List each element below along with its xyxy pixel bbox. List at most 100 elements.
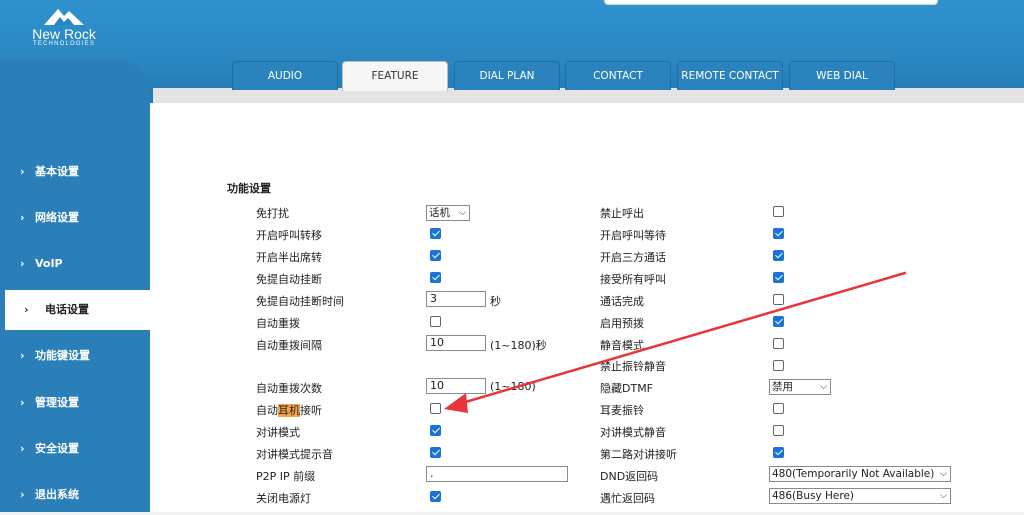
p2p-prefix-label: P2P IP 前缀: [256, 470, 316, 483]
sidebar-item-label: 退出系统: [35, 488, 79, 501]
redial-times-label: 自动重拨次数: [256, 382, 322, 395]
predial-checkbox[interactable]: [773, 316, 784, 327]
ring-mute-checkbox[interactable]: [773, 360, 784, 371]
handsfree-auto-hangup-checkbox[interactable]: [430, 272, 441, 283]
tab-contact[interactable]: CONTACT: [565, 61, 671, 90]
tab-web-dial[interactable]: WEB DIAL: [789, 61, 895, 90]
tab-dial-plan[interactable]: DIAL PLAN: [454, 61, 560, 90]
headset-answer-checkbox[interactable]: [430, 403, 441, 414]
chevron-down-icon: ⌵: [940, 469, 947, 479]
handsfree-hangup-time-input[interactable]: 3: [426, 291, 486, 307]
tab-audio[interactable]: AUDIO: [232, 61, 338, 90]
redial-times-input[interactable]: 10: [426, 378, 486, 394]
headset-answer-label: 自动耳机接听: [256, 402, 322, 418]
power-led-checkbox[interactable]: [430, 491, 441, 502]
call-forward-checkbox[interactable]: [430, 228, 441, 239]
call-waiting-label: 开启呼叫等待: [600, 229, 666, 242]
busy-code-label: 遇忙返回码: [600, 492, 655, 505]
dnd-code-select[interactable]: 480(Temporarily Not Available) ⌵: [769, 466, 951, 482]
auto-redial-checkbox[interactable]: [430, 316, 441, 327]
second-intercom-label: 第二路对讲接听: [600, 448, 677, 461]
chevron-right-icon: ›: [20, 257, 25, 270]
sidebar-item-basic[interactable]: › 基本设置: [0, 152, 150, 192]
headset-ring-checkbox[interactable]: [773, 403, 784, 414]
busy-code-select[interactable]: 486(Busy Here) ⌵: [769, 488, 951, 504]
chevron-right-icon: ›: [20, 349, 25, 362]
power-led-label: 关闭电源灯: [256, 492, 311, 505]
sidebar-item-function-keys[interactable]: › 功能键设置: [0, 336, 150, 376]
three-way-checkbox[interactable]: [773, 250, 784, 261]
sidebar-item-label: 电话设置: [45, 303, 89, 316]
sidebar-item-logout[interactable]: › 退出系统: [0, 475, 150, 515]
accept-all-checkbox[interactable]: [773, 272, 784, 283]
chevron-down-icon: ⌵: [459, 208, 466, 218]
headset-answer-label-post: 接听: [300, 404, 322, 417]
seconds-unit: 秒: [490, 295, 501, 308]
dnd-select[interactable]: 话机 ⌵: [426, 205, 470, 221]
sidebar-item-voip[interactable]: › VoIP: [0, 244, 150, 284]
sidebar-item-label: VoIP: [35, 257, 63, 270]
hide-dtmf-label: 隐藏DTMF: [600, 382, 654, 395]
sidebar-item-label: 基本设置: [35, 165, 79, 178]
predial-label: 启用预拨: [600, 317, 644, 330]
chevron-right-icon: ›: [20, 165, 25, 178]
three-way-label: 开启三方通话: [600, 251, 666, 264]
intercom-label: 对讲模式: [256, 426, 300, 439]
call-complete-checkbox[interactable]: [773, 294, 784, 305]
ring-mute-label: 禁止振铃静音: [600, 360, 666, 373]
headset-ring-label: 耳麦振铃: [600, 404, 644, 417]
chevron-down-icon: ⌵: [820, 382, 827, 392]
second-intercom-checkbox[interactable]: [773, 447, 784, 458]
sidebar-item-label: 安全设置: [35, 442, 79, 455]
sidebar-item-phone[interactable]: › 电话设置: [5, 290, 150, 330]
dnd-code-label: DND返回码: [600, 470, 659, 483]
silent-mode-label: 静音模式: [600, 339, 644, 352]
silent-mode-checkbox[interactable]: [773, 338, 784, 349]
section-title: 功能设置: [227, 182, 271, 195]
semi-attended-checkbox[interactable]: [430, 250, 441, 261]
accept-all-label: 接受所有呼叫: [600, 273, 666, 286]
tab-remote-contact[interactable]: REMOTE CONTACT: [677, 61, 783, 90]
hide-dtmf-value: 禁用: [772, 381, 793, 393]
sidebar-item-security[interactable]: › 安全设置: [0, 429, 150, 469]
dnd-code-value: 480(Temporarily Not Available): [772, 468, 935, 480]
top-input[interactable]: [604, 0, 938, 5]
chevron-right-icon: ›: [24, 303, 29, 316]
chevron-right-icon: ›: [20, 396, 25, 409]
sidebar-item-network[interactable]: › 网络设置: [0, 198, 150, 238]
brand-sub: TECHNOLOGIES: [32, 41, 96, 47]
handsfree-auto-hangup-label: 免提自动挂断: [256, 273, 322, 286]
hide-dtmf-select[interactable]: 禁用 ⌵: [769, 379, 831, 395]
sidebar-item-management[interactable]: › 管理设置: [0, 383, 150, 423]
redial-times-unit: (1~180): [490, 380, 536, 393]
intercom-tone-label: 对讲模式提示音: [256, 448, 333, 461]
tab-feature[interactable]: FEATURE: [342, 61, 448, 91]
semi-attended-label: 开启半出席转: [256, 251, 322, 264]
mountain-logo-icon: [44, 9, 84, 25]
call-barring-label: 禁止呼出: [600, 207, 644, 220]
intercom-checkbox[interactable]: [430, 425, 441, 436]
sidebar-item-label: 功能键设置: [35, 349, 90, 362]
chevron-right-icon: ›: [20, 211, 25, 224]
redial-interval-input[interactable]: 10: [426, 335, 486, 351]
intercom-mute-checkbox[interactable]: [773, 425, 784, 436]
call-barring-checkbox[interactable]: [773, 206, 784, 217]
dnd-label: 免打扰: [256, 207, 289, 220]
new-rock-logo: New Rock TECHNOLOGIES: [18, 6, 110, 50]
chevron-right-icon: ›: [20, 488, 25, 501]
call-waiting-checkbox[interactable]: [773, 228, 784, 239]
chevron-right-icon: ›: [20, 442, 25, 455]
headset-answer-label-pre: 自动: [256, 404, 278, 417]
sidebar-item-label: 管理设置: [35, 396, 79, 409]
chevron-down-icon: ⌵: [940, 491, 947, 501]
sidebar-item-label: 网络设置: [35, 211, 79, 224]
sidebar: › 基本设置 › 网络设置 › VoIP › 电话设置 › 功能键设置 › 管理…: [0, 60, 150, 512]
headset-answer-highlight: 耳机: [278, 404, 300, 417]
intercom-mute-label: 对讲模式静音: [600, 426, 666, 439]
call-forward-label: 开启呼叫转移: [256, 229, 322, 242]
dnd-select-value: 话机: [429, 207, 450, 219]
auto-redial-label: 自动重拨: [256, 317, 300, 330]
redial-interval-unit: (1~180)秒: [490, 339, 547, 352]
intercom-tone-checkbox[interactable]: [430, 447, 441, 458]
p2p-prefix-input[interactable]: .: [426, 466, 568, 482]
